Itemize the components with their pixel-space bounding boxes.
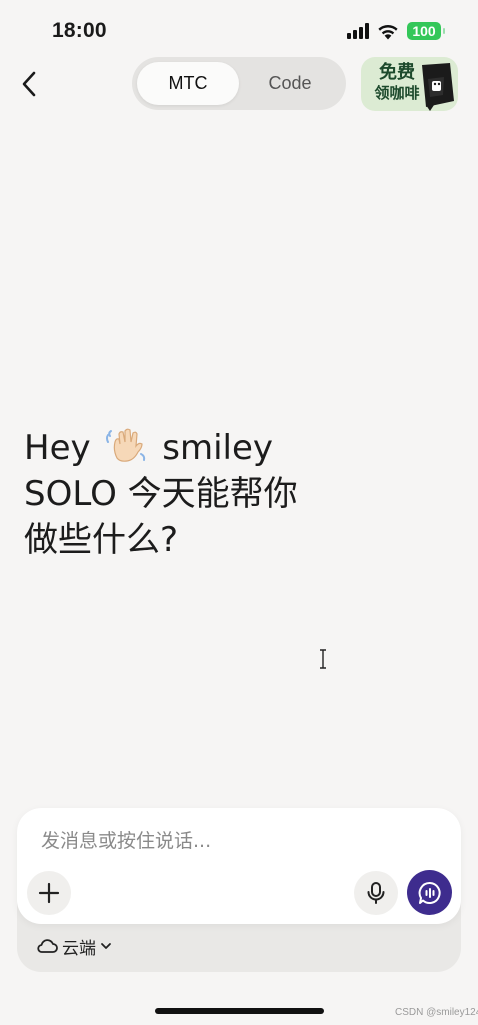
greeting-line-3: 做些什么? [24,520,179,560]
greeting-heading: Hey smiley SOLO 今天能帮你 做些什么? [24,425,384,563]
microphone-icon [367,882,385,904]
cellular-signal-icon [347,23,369,39]
message-input[interactable] [41,826,431,856]
app-screen: 18:00 100 MTC Code 免费 领咖啡 Hey smiley SOL… [0,0,478,1025]
cloud-mode-label: 云端 [62,938,96,959]
greeting-line-1: Hey smiley [24,425,384,471]
coffee-cup-icon [422,63,454,111]
cloud-mode-selector[interactable]: 云端 [36,934,112,959]
chevron-down-icon [101,943,111,949]
status-time: 18:00 [52,19,107,42]
mode-switcher: MTC Code [132,57,346,110]
watermark: CSDN @smiley124 [395,1007,478,1018]
tab-mtc[interactable]: MTC [137,62,239,105]
waving-hand-icon [106,428,146,462]
voice-chat-bubble-icon [418,881,441,904]
voice-input-button[interactable] [354,871,398,915]
tab-code[interactable]: Code [239,62,341,105]
message-composer [17,808,461,924]
home-indicator [155,1008,324,1014]
cloud-icon [37,939,58,953]
status-icons: 100 [347,22,445,40]
back-button[interactable] [16,68,46,100]
add-attachment-button[interactable] [27,871,71,915]
free-coffee-promo-button[interactable]: 免费 领咖啡 [361,57,458,111]
plus-icon [38,882,60,904]
wifi-icon [378,24,398,39]
text-cursor-icon [320,649,326,669]
voice-chat-button[interactable] [407,870,452,915]
greeting-line-2: SOLO 今天能帮你 [24,474,298,514]
chevron-left-icon [22,71,36,97]
battery-indicator: 100 [407,22,445,40]
greeting-hey: Hey [24,428,91,468]
greeting-username: smiley [162,428,273,468]
